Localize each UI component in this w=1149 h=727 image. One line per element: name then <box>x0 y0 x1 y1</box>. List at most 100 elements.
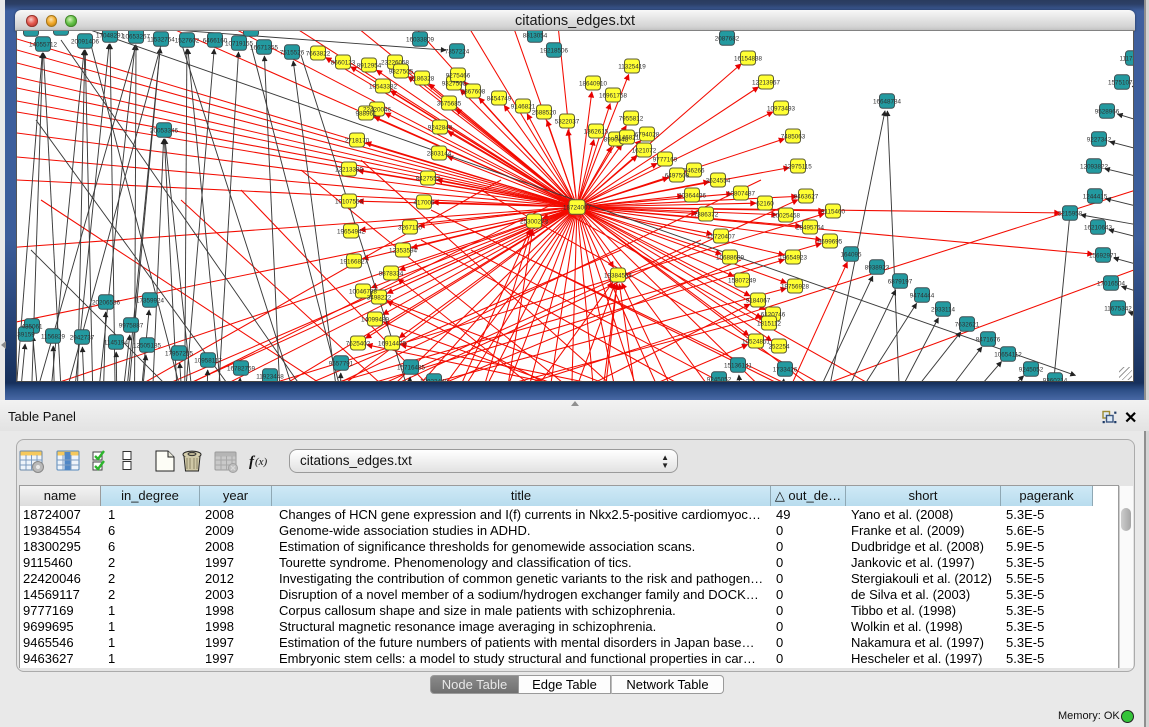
svg-text:19654942: 19654942 <box>337 229 366 236</box>
svg-text:9827505: 9827505 <box>389 69 414 76</box>
svg-text:8454749: 8454749 <box>487 96 512 103</box>
svg-text:6879197: 6879197 <box>888 279 913 286</box>
svg-text:1815112: 1815112 <box>757 321 782 328</box>
svg-text:9184067: 9184067 <box>746 298 771 305</box>
svg-text:8427552: 8427552 <box>416 176 441 183</box>
svg-text:17048291: 17048291 <box>96 33 125 40</box>
svg-text:7386372: 7386372 <box>694 212 719 219</box>
svg-text:15716485: 15716485 <box>397 365 426 372</box>
svg-text:11532764: 11532764 <box>147 37 175 44</box>
svg-text:2588520: 2588520 <box>532 110 557 117</box>
svg-text:12093822: 12093822 <box>1080 164 1109 171</box>
svg-text:3498222: 3498222 <box>367 295 392 302</box>
svg-text:8186328: 8186328 <box>410 76 435 83</box>
svg-text:16961758: 16961758 <box>599 93 628 100</box>
svg-text:7625402: 7625402 <box>346 341 371 348</box>
svg-text:(x): (x) <box>255 456 268 468</box>
svg-text:10688609: 10688609 <box>716 255 745 262</box>
svg-text:16210643: 16210643 <box>1084 225 1113 232</box>
svg-text:14099489: 14099489 <box>361 317 390 324</box>
svg-text:25300273: 25300273 <box>520 219 549 226</box>
svg-text:16914479: 16914479 <box>378 341 407 348</box>
svg-text:10524851: 10524851 <box>742 339 771 346</box>
svg-text:7515526: 7515526 <box>280 50 305 57</box>
svg-text:20364436: 20364436 <box>678 193 707 200</box>
svg-text:9115460: 9115460 <box>821 209 846 216</box>
svg-text:16671355: 16671355 <box>250 45 279 52</box>
svg-text:3267110: 3267110 <box>398 225 423 232</box>
svg-text:11173948: 11173948 <box>1119 56 1134 63</box>
svg-text:6497508: 6497508 <box>665 173 690 180</box>
svg-text:7357224: 7357224 <box>445 49 470 56</box>
svg-text:19166827: 19166827 <box>340 259 369 266</box>
svg-text:9227342: 9227342 <box>1087 137 1112 144</box>
svg-text:20206536: 20206536 <box>92 300 121 307</box>
svg-text:2933114: 2933114 <box>931 307 956 314</box>
svg-text:8912954: 8912954 <box>357 63 382 70</box>
svg-text:17359924: 17359924 <box>136 298 165 305</box>
svg-text:9245052: 9245052 <box>707 377 732 383</box>
svg-text:1156829: 1156829 <box>41 334 66 341</box>
svg-text:6120746: 6120746 <box>761 312 786 319</box>
svg-text:9245052: 9245052 <box>1019 367 1044 374</box>
svg-text:8471676: 8471676 <box>976 337 1001 344</box>
svg-text:8878334: 8878334 <box>379 271 404 278</box>
svg-text:6794028: 6794028 <box>635 132 660 139</box>
svg-text:417006: 417006 <box>413 200 435 207</box>
svg-text:9360214: 9360214 <box>1043 378 1068 383</box>
svg-text:12923448: 12923448 <box>420 379 449 383</box>
svg-text:28495764: 28495764 <box>796 225 825 232</box>
svg-text:16154838: 16154838 <box>734 56 763 63</box>
svg-text:19218506: 19218506 <box>540 48 569 55</box>
svg-text:16033809: 16033809 <box>406 37 435 44</box>
svg-text:39159: 39159 <box>17 332 35 339</box>
svg-text:9327508: 9327508 <box>442 81 467 88</box>
svg-text:12975115: 12975115 <box>784 164 812 171</box>
svg-text:9275466: 9275466 <box>446 73 471 80</box>
svg-text:62160: 62160 <box>756 201 774 208</box>
svg-text:2087682: 2087682 <box>715 36 740 43</box>
svg-text:1621072: 1621072 <box>632 148 657 155</box>
svg-text:8660123: 8660123 <box>331 60 356 67</box>
svg-text:3675685: 3675685 <box>437 101 462 108</box>
svg-text:20091406: 20091406 <box>71 39 100 46</box>
svg-text:10025458: 10025458 <box>772 213 801 220</box>
svg-text:15751074: 15751074 <box>1108 80 1134 87</box>
svg-text:11923448: 11923448 <box>256 374 284 381</box>
svg-text:2942737: 2942737 <box>70 335 95 342</box>
svg-text:164095: 164095 <box>840 252 862 259</box>
svg-text:9657791: 9657791 <box>329 361 354 368</box>
svg-text:16648784: 16648784 <box>873 99 902 106</box>
svg-text:19756928: 19756928 <box>781 284 810 291</box>
svg-text:9699695: 9699695 <box>818 239 843 246</box>
svg-text:17957255: 17957255 <box>165 351 194 358</box>
svg-text:9528966: 9528966 <box>1095 109 1120 116</box>
svg-text:11325419: 11325419 <box>618 64 646 71</box>
svg-text:15136141: 15136141 <box>724 363 753 370</box>
svg-text:9975887: 9975887 <box>119 323 144 330</box>
svg-text:8813054: 8813054 <box>523 33 548 40</box>
svg-text:10543382: 10543382 <box>369 84 398 91</box>
svg-text:7663822: 7663822 <box>306 51 331 58</box>
svg-text:9474444: 9474444 <box>910 293 935 300</box>
svg-text:10107553: 10107553 <box>335 199 364 206</box>
svg-text:1244415: 1244415 <box>1083 194 1108 201</box>
svg-text:3624554: 3624554 <box>706 178 731 185</box>
svg-text:12353594: 12353594 <box>389 248 418 255</box>
svg-text:1145194: 1145194 <box>104 340 129 347</box>
svg-text:17016504: 17016504 <box>1097 281 1126 288</box>
svg-text:18640910: 18640910 <box>579 81 608 88</box>
svg-text:15807249: 15807249 <box>728 278 757 285</box>
svg-text:1527602: 1527602 <box>175 38 200 45</box>
svg-text:7485063: 7485063 <box>781 134 806 141</box>
svg-text:12505185: 12505185 <box>133 343 162 350</box>
svg-text:9463627: 9463627 <box>794 194 819 201</box>
svg-text:1362615: 1362615 <box>584 129 609 136</box>
svg-text:7632621: 7632621 <box>955 322 980 329</box>
svg-text:2867608: 2867608 <box>461 89 486 96</box>
svg-text:988961: 988961 <box>355 111 377 118</box>
svg-text:11675342: 11675342 <box>1104 306 1132 313</box>
svg-text:435061: 435061 <box>21 324 43 331</box>
svg-text:16782759: 16782759 <box>227 366 256 373</box>
svg-text:7955812: 7955812 <box>619 116 644 123</box>
